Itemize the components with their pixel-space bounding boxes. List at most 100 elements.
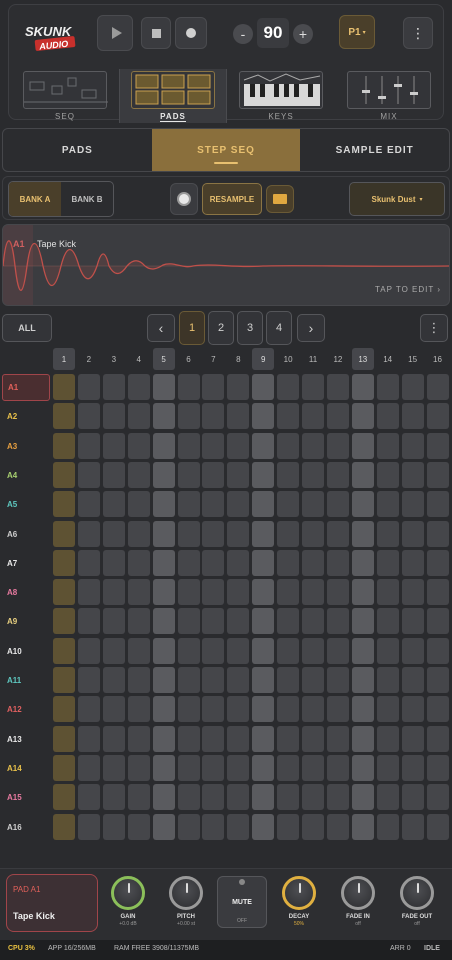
tempo-increase-button[interactable]: + [293,24,313,44]
step-cell[interactable] [252,696,275,723]
row-label[interactable]: A16 [2,814,50,841]
step-cell[interactable] [401,491,424,518]
step-cell[interactable] [127,579,150,606]
step-cell[interactable] [302,696,324,723]
step-cell[interactable] [252,520,275,547]
step-cell[interactable] [77,403,100,430]
step-cell[interactable] [302,608,324,635]
step-cell[interactable] [277,725,300,752]
step-cell[interactable] [376,461,399,488]
step-cell[interactable] [227,813,250,840]
step-cell[interactable] [351,813,374,840]
step-cell[interactable] [177,491,200,518]
step-cell[interactable] [426,754,449,781]
step-cell[interactable] [152,461,175,488]
step-cell[interactable] [326,579,349,606]
step-cell[interactable] [376,491,399,518]
step-cell[interactable] [177,520,200,547]
step-cell[interactable] [277,579,300,606]
row-label[interactable]: A8 [2,579,50,606]
step-cell[interactable] [177,667,200,693]
knob-pitch[interactable]: PITCH +0.00 st [162,876,210,934]
step-cell[interactable] [326,608,349,635]
step-cell[interactable] [77,784,100,811]
step-cell[interactable] [426,579,449,606]
row-label[interactable]: A2 [2,403,50,430]
step-cell[interactable] [376,374,399,400]
step-cell[interactable] [53,813,75,840]
step-cell[interactable] [127,754,150,781]
resample-button[interactable]: RESAMPLE [202,183,262,215]
knob-fade-in[interactable]: FADE IN off [334,876,382,934]
step-cell[interactable] [302,491,324,518]
step-cell[interactable] [202,696,225,723]
tab-step-seq[interactable]: STEP SEQ [151,129,301,171]
page-button-1[interactable]: 1 [179,311,205,345]
step-cell[interactable] [376,754,399,781]
step-cell[interactable] [127,520,150,547]
step-cell[interactable] [326,432,349,459]
step-cell[interactable] [53,432,75,459]
step-cell[interactable] [302,637,324,664]
step-cell[interactable] [376,637,399,664]
step-cell[interactable] [102,637,125,664]
step-cell[interactable] [351,491,374,518]
step-cell[interactable] [277,520,300,547]
step-cell[interactable] [177,637,200,664]
step-cell[interactable] [53,784,75,811]
step-cell[interactable] [326,549,349,576]
step-cell[interactable] [302,520,324,547]
step-cell[interactable] [152,696,175,723]
step-cell[interactable] [252,491,275,518]
step-cell[interactable] [227,520,250,547]
tempo-decrease-button[interactable]: - [233,24,253,44]
step-cell[interactable] [351,374,374,400]
step-cell[interactable] [401,579,424,606]
step-cell[interactable] [302,374,324,400]
mode-tab-seq[interactable]: SEQ [11,69,119,123]
step-cell[interactable] [152,754,175,781]
step-cell[interactable] [302,754,324,781]
step-cell[interactable] [426,813,449,840]
step-cell[interactable] [102,374,125,400]
step-cell[interactable] [77,754,100,781]
row-label[interactable]: A1 [2,374,50,401]
step-cell[interactable] [376,696,399,723]
step-cell[interactable] [302,579,324,606]
step-cell[interactable] [202,579,225,606]
step-cell[interactable] [401,637,424,664]
row-label[interactable]: A12 [2,696,50,723]
step-cell[interactable] [302,403,324,430]
step-cell[interactable] [202,784,225,811]
step-cell[interactable] [152,403,175,430]
step-cell[interactable] [127,667,150,693]
menu-button[interactable]: ⋮ [403,17,433,49]
step-cell[interactable] [77,608,100,635]
step-cell[interactable] [326,784,349,811]
step-cell[interactable] [426,374,449,400]
kit-selector[interactable]: Skunk Dust ▾ [349,182,445,216]
mode-tab-keys[interactable]: KEYS [227,69,335,123]
step-cell[interactable] [77,667,100,693]
step-cell[interactable] [177,403,200,430]
step-cell[interactable] [102,432,125,459]
step-cell[interactable] [152,432,175,459]
step-cell[interactable] [376,667,399,693]
step-cell[interactable] [302,461,324,488]
step-cell[interactable] [227,403,250,430]
step-cell[interactable] [177,696,200,723]
step-cell[interactable] [252,637,275,664]
step-cell[interactable] [426,608,449,635]
row-label[interactable]: A6 [2,521,50,548]
step-cell[interactable] [77,696,100,723]
step-cell[interactable] [77,813,100,840]
step-cell[interactable] [252,549,275,576]
step-cell[interactable] [102,754,125,781]
step-cell[interactable] [202,637,225,664]
step-cell[interactable] [426,637,449,664]
mode-tab-mix[interactable]: MIX [335,69,443,123]
step-cell[interactable] [326,754,349,781]
step-cell[interactable] [326,491,349,518]
step-cell[interactable] [401,608,424,635]
step-cell[interactable] [401,754,424,781]
